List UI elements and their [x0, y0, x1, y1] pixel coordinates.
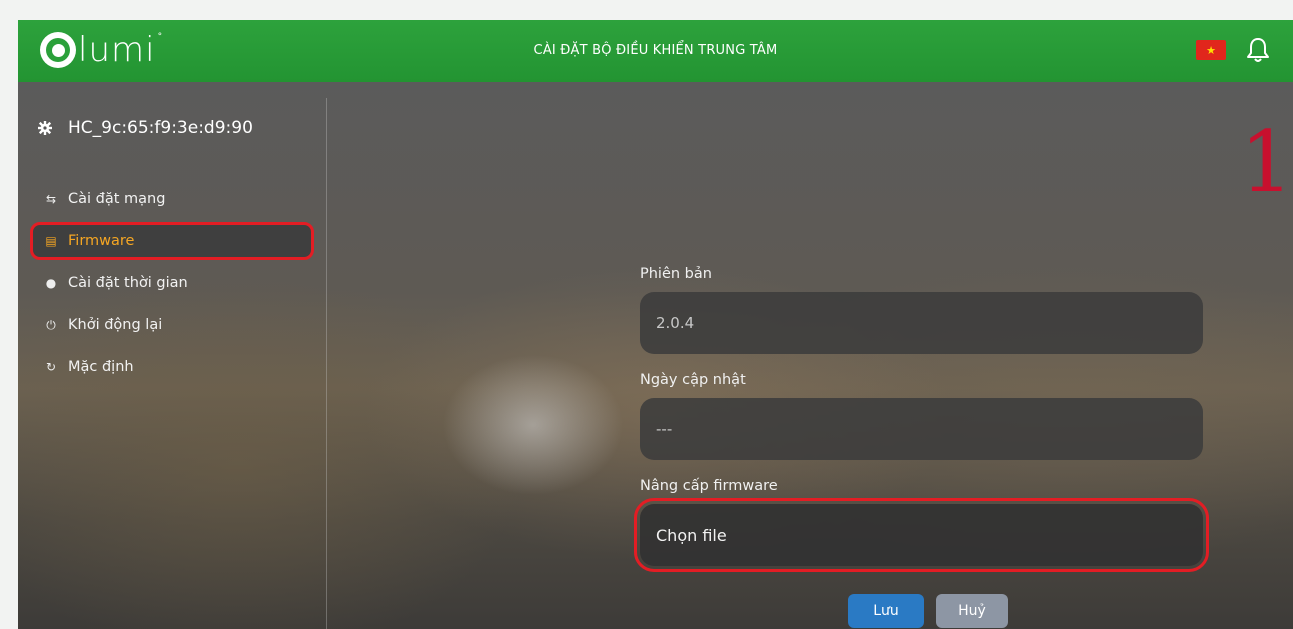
- sidebar-item-label: Khởi động lại: [68, 317, 163, 333]
- gear-icon: [38, 121, 52, 135]
- header-bar: lumi ° CÀI ĐẶT BỘ ĐIỀU KHIỂN TRUNG TÂM ★: [18, 20, 1293, 82]
- app-window: lumi ° CÀI ĐẶT BỘ ĐIỀU KHIỂN TRUNG TÂM ★…: [18, 20, 1293, 629]
- language-flag-icon[interactable]: ★: [1196, 40, 1226, 60]
- updated-date-label: Ngày cập nhật: [640, 372, 746, 388]
- step-annotation: 1: [1240, 113, 1293, 211]
- sidebar: HC_9c:65:f9:3e:d9:90 ⇆ Cài đặt mạng ▤ Fi…: [18, 82, 326, 629]
- choose-file-button[interactable]: Chọn file: [634, 498, 1209, 572]
- cancel-button[interactable]: Huỷ: [936, 594, 1008, 628]
- page-title: CÀI ĐẶT BỘ ĐIỀU KHIỂN TRUNG TÂM: [533, 43, 778, 58]
- file-icon: ▤: [45, 234, 57, 248]
- sidebar-divider: [326, 98, 327, 629]
- sidebar-item-label: Firmware: [68, 233, 135, 249]
- sidebar-item-time[interactable]: ● Cài đặt thời gian: [32, 266, 312, 300]
- upgrade-firmware-label: Nâng cấp firmware: [640, 478, 778, 494]
- form-actions: Lưu Huỷ: [848, 594, 1008, 628]
- sidebar-menu: ⇆ Cài đặt mạng ▤ Firmware ● Cài đặt thời…: [30, 182, 314, 392]
- sidebar-item-default[interactable]: ↻ Mặc định: [32, 350, 312, 384]
- version-label: Phiên bản: [640, 266, 712, 282]
- sidebar-item-firmware[interactable]: ▤ Firmware: [30, 222, 314, 260]
- notification-bell-icon[interactable]: [1245, 36, 1271, 64]
- flag-star-icon: ★: [1206, 43, 1216, 57]
- clock-icon: ●: [45, 276, 57, 290]
- sidebar-item-label: Mặc định: [68, 359, 134, 375]
- updated-date-field: ---: [640, 398, 1203, 460]
- firmware-form: Phiên bản 2.0.4 Ngày cập nhật --- Nâng c…: [634, 262, 1209, 580]
- reset-icon: ↻: [45, 360, 57, 374]
- sidebar-item-restart[interactable]: ⏻ Khởi động lại: [32, 308, 312, 342]
- network-icon: ⇆: [45, 192, 57, 206]
- device-header: HC_9c:65:f9:3e:d9:90: [38, 118, 253, 138]
- device-name: HC_9c:65:f9:3e:d9:90: [68, 118, 253, 138]
- power-icon: ⏻: [46, 317, 56, 332]
- version-field: 2.0.4: [640, 292, 1203, 354]
- sidebar-item-label: Cài đặt mạng: [68, 191, 166, 207]
- main-content: HC_9c:65:f9:3e:d9:90 ⇆ Cài đặt mạng ▤ Fi…: [18, 82, 1293, 629]
- sidebar-item-network[interactable]: ⇆ Cài đặt mạng: [32, 182, 312, 216]
- sidebar-item-label: Cài đặt thời gian: [68, 275, 188, 291]
- save-button[interactable]: Lưu: [848, 594, 924, 628]
